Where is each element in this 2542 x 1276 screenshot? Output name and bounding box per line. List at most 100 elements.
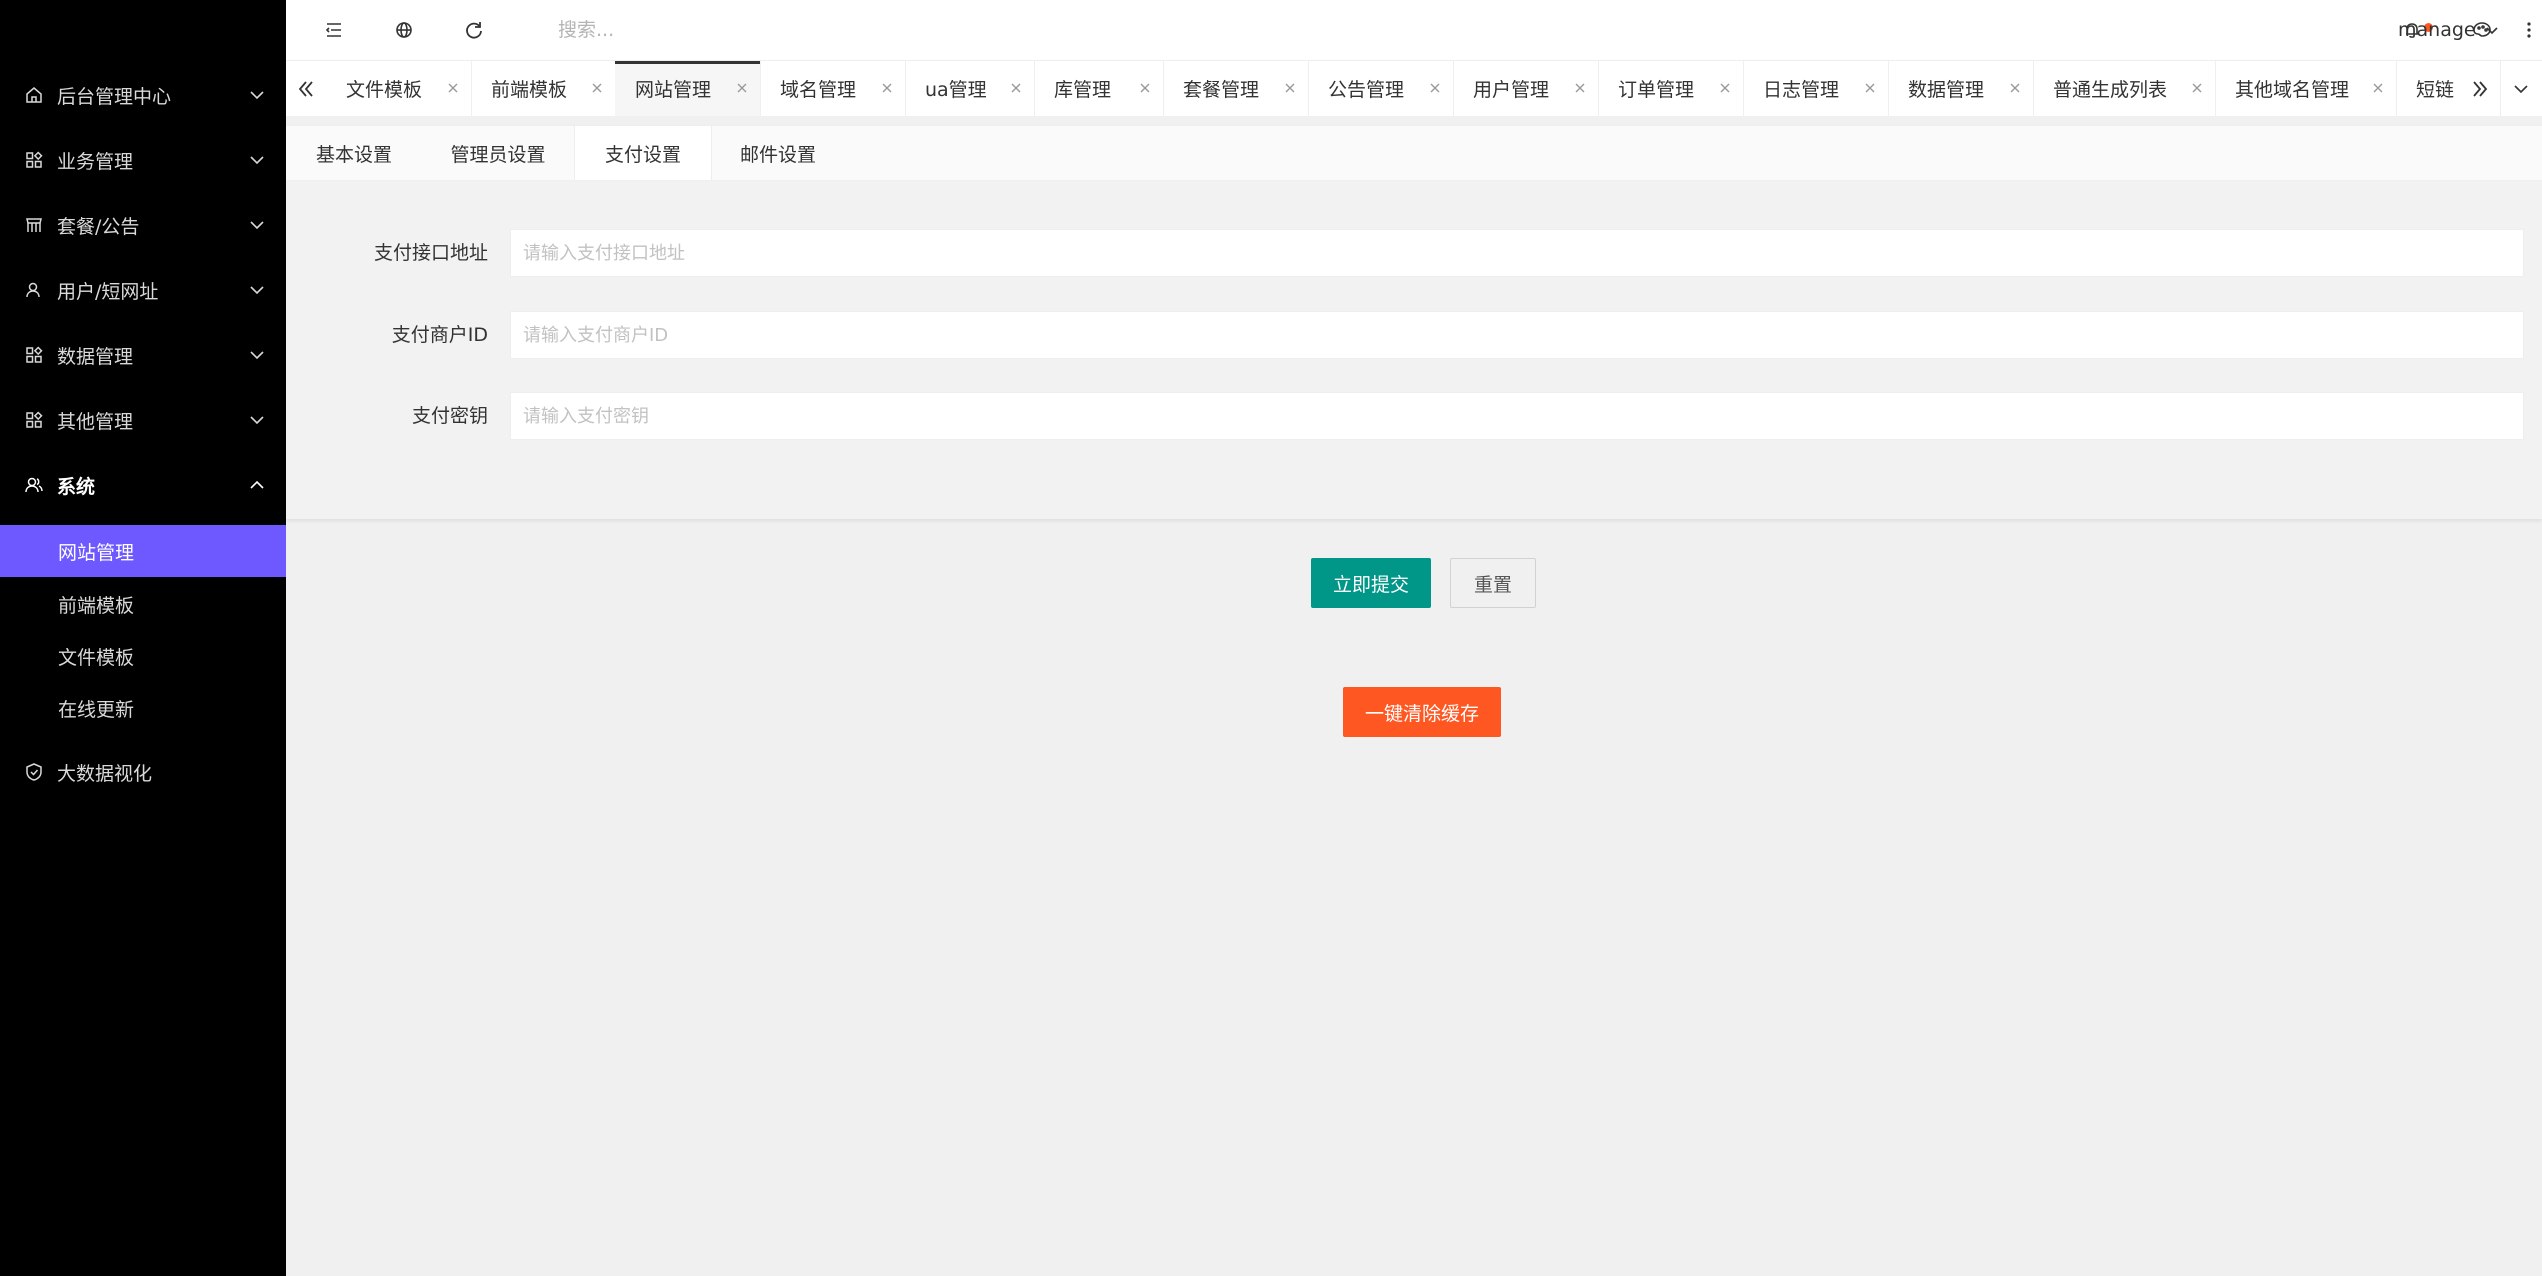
tab-announcement-management[interactable]: 公告管理 [1308,61,1454,116]
sidebar-item-business[interactable]: 业务管理 [0,135,286,185]
tab-basic-settings[interactable]: 基本设置 [286,126,422,180]
tab-admin-settings[interactable]: 管理员设置 [422,126,574,180]
tab-ua-management[interactable]: ua管理 [905,61,1035,116]
tab-package-management[interactable]: 套餐管理 [1163,61,1309,116]
tab-label: ua管理 [925,79,987,101]
sidebar-item-other[interactable]: 其他管理 [0,395,286,445]
shield-icon [24,762,44,782]
payment-url-label: 支付接口地址 [373,242,488,264]
close-icon[interactable] [1008,80,1024,96]
close-icon[interactable] [1282,80,1298,96]
user-group-icon [24,475,44,495]
sidebar-item-data[interactable]: 数据管理 [0,330,286,380]
refresh-icon[interactable] [462,18,486,42]
form-row-merchant-id: 支付商户ID [286,311,2542,359]
tabs-menu-dropdown[interactable] [2500,61,2541,116]
more-vertical-icon[interactable] [2517,18,2541,42]
form-row-payment-secret: 支付密钥 [286,392,2542,440]
sidebar-item-packages[interactable]: 套餐/公告 [0,200,286,250]
merchant-id-input[interactable] [510,311,2524,359]
tabs-scroll-right-button[interactable] [2460,61,2500,116]
payment-secret-label: 支付密钥 [411,405,488,427]
tab-label: 日志管理 [1763,79,1840,101]
double-chevron-left-icon [298,80,313,97]
tab-domain-management[interactable]: 域名管理 [760,61,906,116]
user-menu[interactable]: manage [2398,0,2500,60]
close-icon[interactable] [2370,80,2386,96]
tabs-scroll-left-button[interactable] [286,61,326,116]
close-icon[interactable] [734,80,750,96]
chevron-down-icon [250,91,264,100]
chevron-down-icon [250,351,264,360]
chevron-down-icon [250,156,264,165]
reset-button[interactable]: 重置 [1450,558,1536,608]
close-icon[interactable] [1572,80,1588,96]
tab-log-management[interactable]: 日志管理 [1743,61,1889,116]
tab-label: 文件模板 [346,79,423,101]
sidebar-item-label: 用户/短网址 [57,280,159,303]
tab-label: 订单管理 [1618,79,1695,101]
close-icon[interactable] [2189,80,2205,96]
close-icon[interactable] [2007,80,2023,96]
sidebar-item-label: 在线更新 [58,698,135,721]
sidebar-subitem-frontend-template[interactable]: 前端模板 [0,578,286,630]
top-header: manage [286,0,2542,60]
home-icon [24,85,44,105]
tab-order-management[interactable]: 订单管理 [1598,61,1744,116]
sidebar-item-label: 前端模板 [58,594,135,617]
tab-frontend-template[interactable]: 前端模板 [471,61,616,116]
sidebar-item-label: 系统 [57,475,96,498]
sidebar-item-label: 套餐/公告 [57,215,140,238]
sidebar-subitem-website[interactable]: 网站管理 [0,525,286,577]
close-icon[interactable] [445,80,461,96]
sidebar-subitem-file-template[interactable]: 文件模板 [0,630,286,682]
double-chevron-right-icon [2473,80,2488,97]
tab-label: 其他域名管理 [2235,79,2350,101]
tab-label: 域名管理 [780,79,857,101]
user-icon [24,280,44,300]
search-input[interactable] [546,12,970,48]
sidebar-item-bigdata[interactable]: 大数据视化 [0,747,286,797]
close-icon[interactable] [1717,80,1733,96]
tab-website-management[interactable]: 网站管理 [615,61,761,116]
sidebar-item-label: 数据管理 [57,345,134,368]
tab-payment-settings[interactable]: 支付设置 [574,126,712,180]
globe-icon[interactable] [392,18,416,42]
close-icon[interactable] [1137,80,1153,96]
page-tabs-bar: 文件模板 前端模板 网站管理 域名管理 ua管理 库管理 套餐管理 公告管理 用… [286,60,2542,117]
tab-library-management[interactable]: 库管理 [1034,61,1164,116]
close-icon[interactable] [1862,80,1878,96]
clear-cache-button[interactable]: 一键清除缓存 [1343,687,1501,737]
main-content: 基本设置 管理员设置 支付设置 邮件设置 支付接口地址 支付商户ID 支付密钥 … [286,116,2542,1276]
store-icon [24,215,44,235]
payment-secret-input[interactable] [510,392,2524,440]
close-icon[interactable] [589,80,605,96]
close-icon[interactable] [879,80,895,96]
sidebar-item-dashboard[interactable]: 后台管理中心 [0,70,286,120]
tab-other-domain-management[interactable]: 其他域名管理 [2215,61,2397,116]
sidebar-item-label: 文件模板 [58,646,135,669]
username-label: manage [2398,19,2476,41]
tab-file-template[interactable]: 文件模板 [326,61,472,116]
merchant-id-label: 支付商户ID [391,324,488,346]
sidebar: 后台管理中心 业务管理 套餐/公告 用户/短网址 数据管理 其他管理 系统 网站… [0,0,286,1276]
tab-label: 数据管理 [1908,79,1985,101]
tab-email-settings[interactable]: 邮件设置 [710,126,846,180]
menu-fold-icon[interactable] [322,18,346,42]
submit-button[interactable]: 立即提交 [1311,558,1431,608]
chevron-down-icon [250,286,264,295]
chevron-down-icon [250,221,264,230]
form-row-payment-url: 支付接口地址 [286,229,2542,277]
tab-label: 库管理 [1054,79,1112,101]
sidebar-subitem-online-update[interactable]: 在线更新 [0,682,286,734]
tab-generation-list[interactable]: 普通生成列表 [2033,61,2216,116]
sidebar-item-users[interactable]: 用户/短网址 [0,265,286,315]
payment-url-input[interactable] [510,229,2524,277]
tab-data-management[interactable]: 数据管理 [1888,61,2034,116]
tab-label: 网站管理 [635,79,712,101]
close-icon[interactable] [1427,80,1443,96]
sidebar-item-system[interactable]: 系统 [0,460,286,510]
tab-label: 用户管理 [1473,79,1550,101]
tab-user-management[interactable]: 用户管理 [1453,61,1599,116]
sidebar-item-label: 大数据视化 [57,762,153,785]
